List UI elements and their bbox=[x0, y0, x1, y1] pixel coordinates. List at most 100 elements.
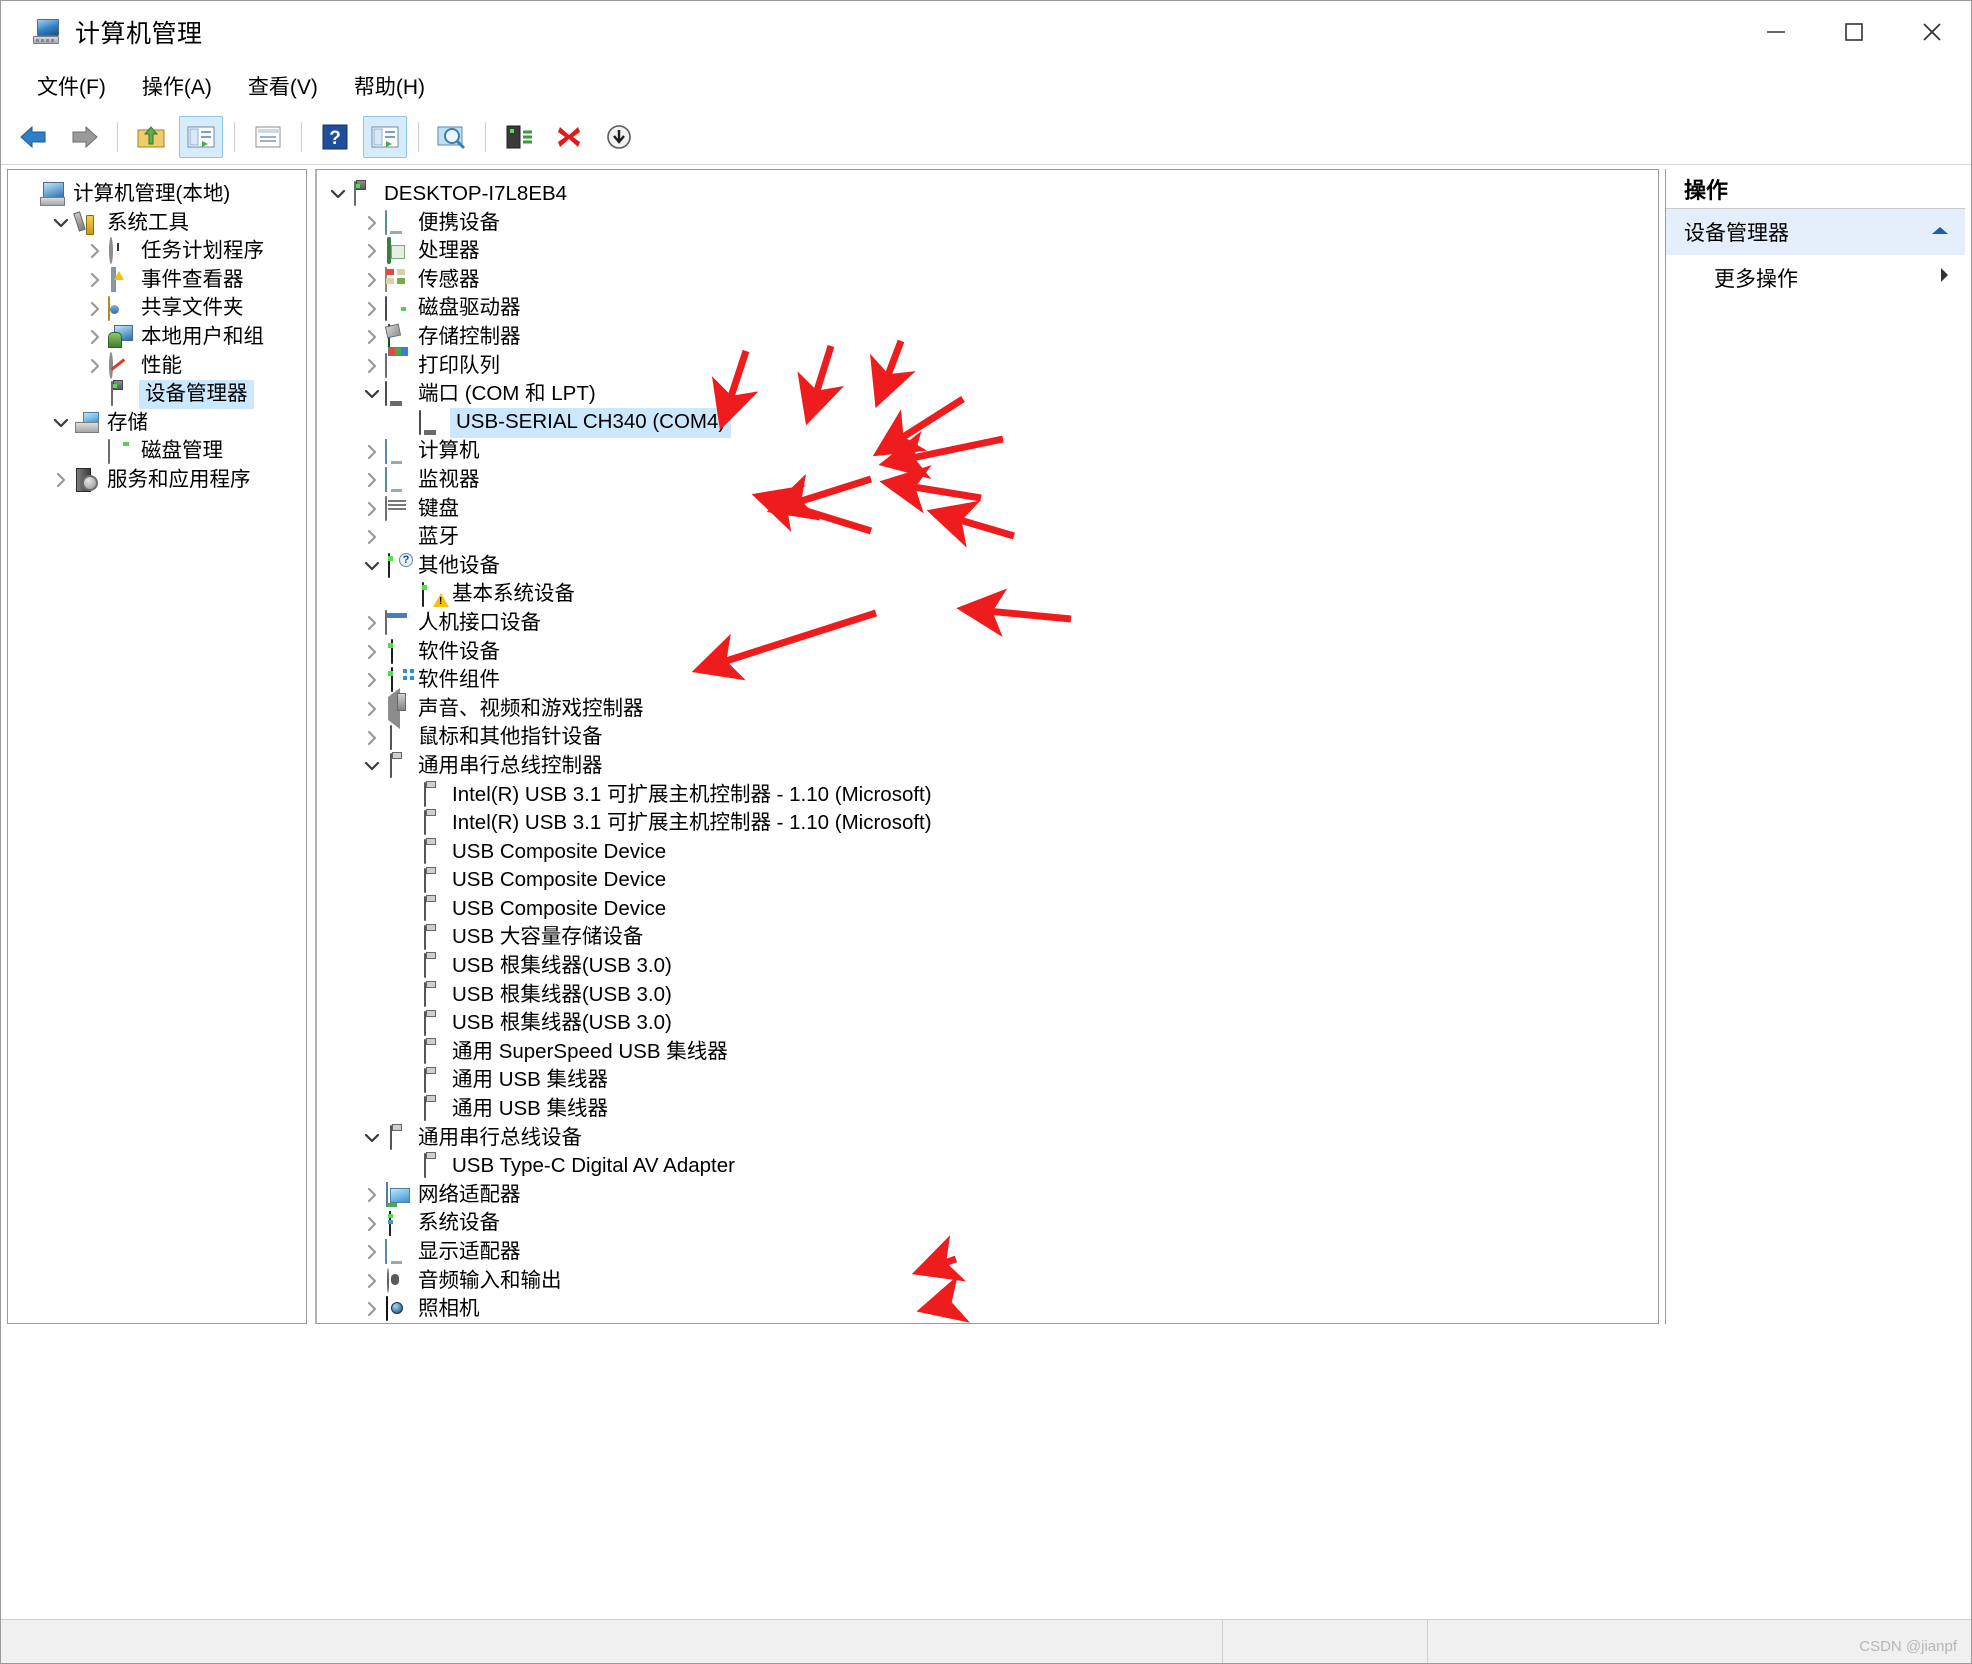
chevron-right-icon[interactable] bbox=[361, 298, 383, 320]
chevron-right-icon[interactable] bbox=[50, 469, 72, 491]
collapse-arrow-icon[interactable] bbox=[1929, 220, 1951, 244]
chevron-down-icon[interactable] bbox=[361, 555, 383, 577]
chevron-right-icon[interactable] bbox=[361, 355, 383, 377]
device-node-base-system-device[interactable]: 基本系统设备 bbox=[317, 580, 1658, 609]
device-tree[interactable]: DESKTOP-I7L8EB4 便携设备 处理器 传感器 磁盘驱动器 存储控制器 打印队列端… bbox=[317, 170, 1658, 1323]
sidebar-performance[interactable]: 性能 bbox=[8, 351, 306, 381]
device-node-intel-usb31-xhci-2[interactable]: Intel(R) USB 3.1 可扩展主机控制器 - 1.10 (Micros… bbox=[317, 809, 1658, 838]
sidebar-services-applications[interactable]: 服务和应用程序 bbox=[8, 466, 306, 495]
device-node-usb-composite-1[interactable]: USB Composite Device bbox=[317, 838, 1658, 867]
scan-hardware-changes-button[interactable] bbox=[430, 116, 474, 158]
forward-button[interactable] bbox=[62, 116, 106, 158]
device-node-usb-devices[interactable]: 通用串行总线设备 bbox=[317, 1124, 1658, 1153]
device-node-disk-drives[interactable]: 磁盘驱动器 bbox=[317, 294, 1658, 323]
chevron-down-icon[interactable] bbox=[361, 383, 383, 405]
chevron-right-icon[interactable] bbox=[361, 612, 383, 634]
device-node-computer[interactable]: 计算机 bbox=[317, 437, 1658, 466]
device-node-keyboards[interactable]: 键盘 bbox=[317, 495, 1658, 524]
show-console-tree-button[interactable] bbox=[179, 115, 223, 158]
chevron-right-icon[interactable] bbox=[361, 526, 383, 548]
chevron-right-icon[interactable] bbox=[361, 641, 383, 663]
device-node-sensors[interactable]: 传感器 bbox=[317, 266, 1658, 295]
device-node-mice-pointing-devices[interactable]: 鼠标和其他指针设备 bbox=[317, 723, 1658, 752]
device-node-intel-usb31-xhci-1[interactable]: Intel(R) USB 3.1 可扩展主机控制器 - 1.10 (Micros… bbox=[317, 780, 1658, 809]
chevron-right-icon[interactable] bbox=[84, 326, 106, 348]
chevron-right-icon[interactable] bbox=[84, 298, 106, 320]
chevron-right-icon[interactable] bbox=[361, 698, 383, 720]
back-button[interactable] bbox=[12, 116, 56, 158]
sidebar-disk-management[interactable]: 磁盘管理 bbox=[8, 437, 306, 466]
help-button[interactable]: ? bbox=[313, 116, 357, 158]
device-node-usb-typec-av-adapter[interactable]: USB Type-C Digital AV Adapter bbox=[317, 1152, 1658, 1181]
up-one-level-button[interactable] bbox=[129, 116, 173, 158]
chevron-down-icon[interactable] bbox=[50, 412, 72, 434]
submenu-arrow-icon[interactable] bbox=[1937, 265, 1951, 291]
device-node-desktop[interactable]: DESKTOP-I7L8EB4 bbox=[317, 180, 1658, 209]
chevron-right-icon[interactable] bbox=[361, 441, 383, 463]
chevron-right-icon[interactable] bbox=[361, 240, 383, 262]
device-node-bluetooth[interactable]: 蓝牙 bbox=[317, 523, 1658, 552]
chevron-right-icon[interactable] bbox=[361, 1241, 383, 1263]
chevron-right-icon[interactable] bbox=[361, 1270, 383, 1292]
chevron-right-icon[interactable] bbox=[361, 669, 383, 691]
menu-action[interactable]: 操作(A) bbox=[124, 66, 230, 106]
chevron-right-icon[interactable] bbox=[84, 355, 106, 377]
minimize-icon[interactable] bbox=[1737, 1, 1815, 63]
device-node-network-adapters[interactable]: 网络适配器 bbox=[317, 1181, 1658, 1210]
device-node-ports-com-lpt[interactable]: 端口 (COM 和 LPT) bbox=[317, 380, 1658, 409]
menu-file[interactable]: 文件(F) bbox=[19, 66, 124, 106]
chevron-down-icon[interactable] bbox=[361, 755, 383, 777]
device-node-other-devices[interactable]: ? 其他设备 bbox=[317, 552, 1658, 581]
sidebar-device-manager[interactable]: 设备管理器 bbox=[8, 379, 306, 410]
disable-device-button[interactable] bbox=[597, 116, 641, 158]
device-node-usb-root-hub-3[interactable]: USB 根集线器(USB 3.0) bbox=[317, 1009, 1658, 1038]
update-driver-button[interactable] bbox=[497, 116, 541, 158]
properties-button[interactable] bbox=[246, 116, 290, 158]
sidebar-task-scheduler[interactable]: 任务计划程序 bbox=[8, 237, 306, 266]
device-node-generic-usb-hub-1[interactable]: 通用 USB 集线器 bbox=[317, 1066, 1658, 1095]
sidebar-shared-folders[interactable]: 共享文件夹 bbox=[8, 294, 306, 323]
device-manager-pane[interactable]: DESKTOP-I7L8EB4 便携设备 处理器 传感器 磁盘驱动器 存储控制器 打印队列端… bbox=[315, 169, 1659, 1324]
chevron-right-icon[interactable] bbox=[361, 1184, 383, 1206]
device-node-processors[interactable]: 处理器 bbox=[317, 237, 1658, 266]
device-node-monitors[interactable]: 监视器 bbox=[317, 466, 1658, 495]
device-node-usb-composite-2[interactable]: USB Composite Device bbox=[317, 866, 1658, 895]
menu-help[interactable]: 帮助(H) bbox=[336, 66, 443, 106]
sidebar-system-tools[interactable]: 系统工具 bbox=[8, 209, 306, 238]
device-node-software-components[interactable]: 软件组件 bbox=[317, 666, 1658, 695]
device-node-hid[interactable]: 人机接口设备 bbox=[317, 609, 1658, 638]
chevron-right-icon[interactable] bbox=[361, 326, 383, 348]
chevron-right-icon[interactable] bbox=[84, 240, 106, 262]
actions-more-actions[interactable]: 更多操作 bbox=[1666, 255, 1965, 301]
chevron-right-icon[interactable] bbox=[84, 269, 106, 291]
device-node-usb-root-hub-2[interactable]: USB 根集线器(USB 3.0) bbox=[317, 981, 1658, 1010]
menu-view[interactable]: 查看(V) bbox=[230, 66, 336, 106]
sidebar-tree[interactable]: 计算机管理(本地) 系统工具 任务计划程序 事件查看器 共享文件夹 本地用户和组 性能 设备管… bbox=[8, 170, 306, 495]
chevron-right-icon[interactable] bbox=[361, 498, 383, 520]
maximize-icon[interactable] bbox=[1815, 1, 1893, 63]
chevron-down-icon[interactable] bbox=[361, 1127, 383, 1149]
device-node-usb-serial-ch340-com4[interactable]: USB-SERIAL CH340 (COM4) bbox=[317, 408, 1658, 438]
device-node-sound-video-game-controllers[interactable]: 声音、视频和游戏控制器 bbox=[317, 687, 1658, 729]
show-hidden-devices-button[interactable] bbox=[363, 115, 407, 158]
chevron-right-icon[interactable] bbox=[361, 269, 383, 291]
device-node-audio-inputs-outputs[interactable]: 音频输入和输出 bbox=[317, 1267, 1658, 1296]
device-node-storage-controllers[interactable]: 存储控制器 bbox=[317, 323, 1658, 352]
chevron-right-icon[interactable] bbox=[361, 727, 383, 749]
chevron-down-icon[interactable] bbox=[327, 183, 349, 205]
device-node-usb-composite-3[interactable]: USB Composite Device bbox=[317, 895, 1658, 924]
device-node-print-queues[interactable]: 打印队列 bbox=[317, 352, 1658, 381]
device-node-usb-root-hub-1[interactable]: USB 根集线器(USB 3.0) bbox=[317, 952, 1658, 981]
device-node-portable-devices[interactable]: 便携设备 bbox=[317, 209, 1658, 238]
device-node-software-devices[interactable]: 软件设备 bbox=[317, 638, 1658, 667]
sidebar-local-users-groups[interactable]: 本地用户和组 bbox=[8, 323, 306, 352]
sidebar-computer-management-local[interactable]: 计算机管理(本地) bbox=[8, 180, 306, 209]
chevron-right-icon[interactable] bbox=[361, 212, 383, 234]
chevron-right-icon[interactable] bbox=[361, 469, 383, 491]
device-node-generic-superspeed-usb-hub[interactable]: 通用 SuperSpeed USB 集线器 bbox=[317, 1038, 1658, 1067]
device-node-system-devices[interactable]: 系统设备 bbox=[317, 1209, 1658, 1238]
device-node-usb-mass-storage[interactable]: USB 大容量存储设备 bbox=[317, 923, 1658, 952]
close-icon[interactable] bbox=[1893, 1, 1971, 63]
device-node-generic-usb-hub-2[interactable]: 通用 USB 集线器 bbox=[317, 1095, 1658, 1124]
chevron-right-icon[interactable] bbox=[361, 1298, 383, 1320]
